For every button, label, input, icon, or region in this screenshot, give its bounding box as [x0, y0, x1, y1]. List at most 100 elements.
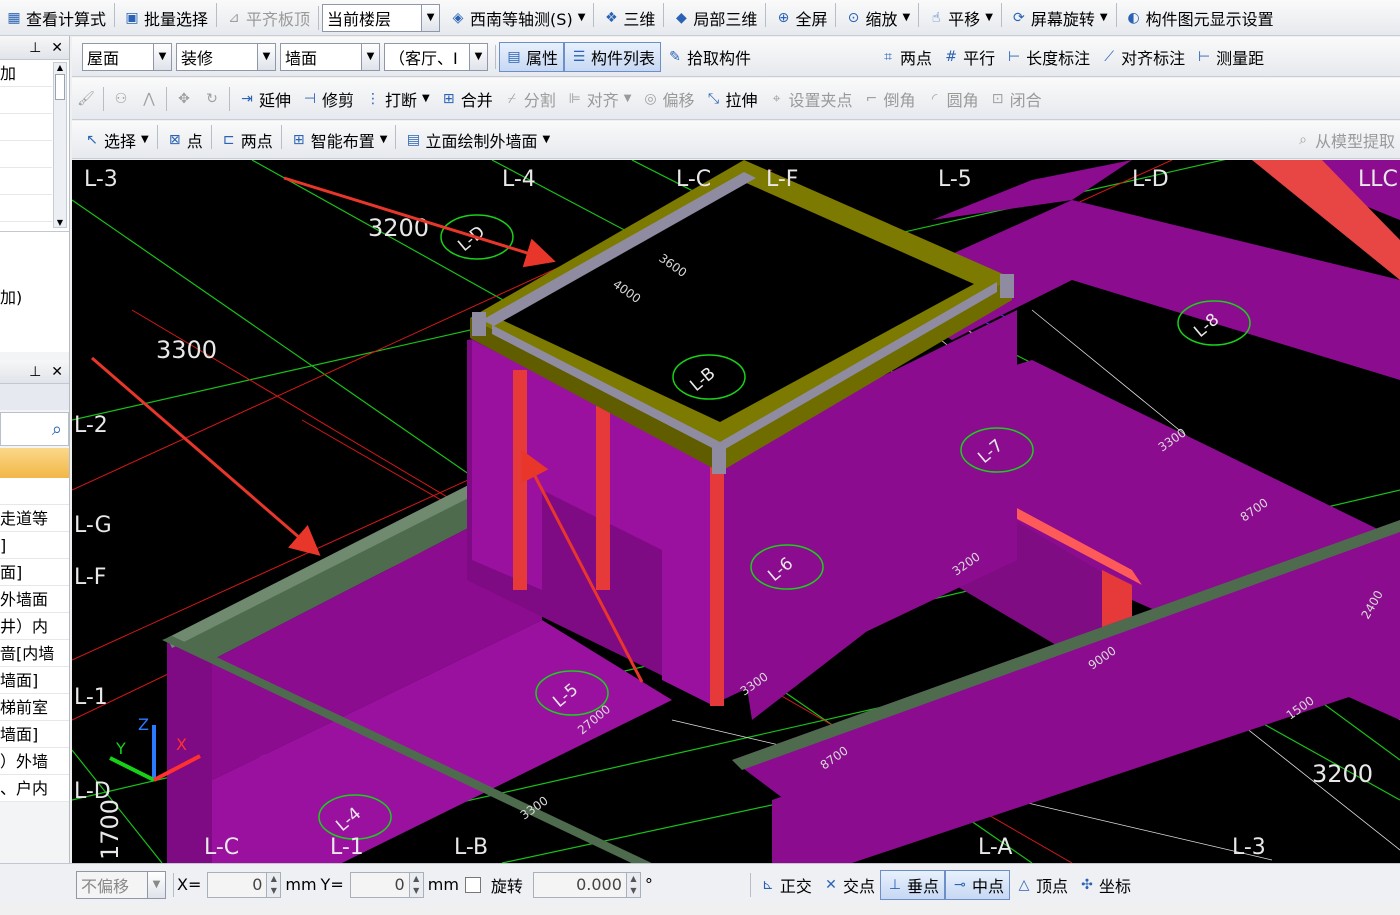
property-row[interactable]	[0, 195, 52, 222]
chevron-down-icon[interactable]: ▼	[985, 12, 993, 23]
component-list-button[interactable]: ☰ 构件列表	[564, 41, 662, 72]
smart-layout-dropdown[interactable]: ⊞ 智能布置 ▼	[285, 125, 393, 155]
chevron-down-icon[interactable]: ▼	[542, 134, 550, 145]
list-item[interactable]: 外墙面	[0, 586, 69, 613]
rotate-spinner[interactable]: ▲ ▼	[626, 871, 641, 898]
chevron-down-icon[interactable]: ▼	[1100, 12, 1108, 23]
view-direction-dropdown[interactable]: ◈ 西南等轴测(S) ▼	[444, 3, 590, 33]
property-row[interactable]	[0, 114, 52, 141]
parallel-axis-button[interactable]: # 平行	[937, 42, 1000, 72]
intersection-snap-button[interactable]: ✕ 交点	[817, 870, 880, 900]
two-point-button[interactable]: ⊏ 两点	[215, 125, 278, 155]
perpendicular-snap-button[interactable]: ⊥ 垂点	[879, 869, 945, 900]
rotate-checkbox[interactable]	[464, 876, 481, 893]
chevron-down-icon[interactable]: ▼	[902, 12, 910, 23]
list-item[interactable]: 走道等	[0, 505, 69, 532]
merge-button[interactable]: ⊞ 合并	[435, 84, 498, 114]
list-item[interactable]: 梯前室	[0, 694, 69, 721]
column[interactable]	[513, 370, 527, 590]
midpoint-snap-button[interactable]: ⊸ 中点	[944, 869, 1010, 900]
ortho-button[interactable]: ⊾ 正交	[754, 870, 817, 900]
move-button[interactable]: ✥	[170, 84, 198, 114]
list-item[interactable]	[0, 478, 69, 505]
wall[interactable]	[167, 640, 212, 863]
extend-button[interactable]: ⇥ 延伸	[233, 84, 296, 114]
floor-type-combo[interactable]: 屋面 ▼	[82, 42, 172, 71]
view-formula-button[interactable]: ▦ 查看计算式	[0, 3, 111, 33]
pick-component-button[interactable]: ✎ 拾取构件	[661, 42, 756, 72]
category-combo[interactable]: 装修 ▼	[176, 42, 276, 71]
screen-rotate-dropdown[interactable]: ⟳ 屏幕旋转 ▼	[1005, 3, 1113, 33]
chevron-down-icon[interactable]: ▼	[422, 93, 430, 104]
scroll-down-icon[interactable]: ▼	[54, 218, 66, 227]
close-icon[interactable]: ✕	[51, 364, 63, 380]
stretch-button[interactable]: ⤡ 拉伸	[700, 84, 763, 114]
scrollbar[interactable]: ▲ ▼	[53, 62, 67, 228]
length-dimension-button[interactable]: ⊢ 长度标注	[1000, 42, 1095, 72]
elevation-draw-dropdown[interactable]: ▤ 立面绘制外墙面 ▼	[399, 125, 555, 155]
current-floor-combo[interactable]: 当前楼层 ▼	[322, 3, 441, 32]
chevron-down-icon[interactable]: ▼	[153, 43, 171, 70]
pan-dropdown[interactable]: ☝ 平移 ▼	[922, 3, 998, 33]
chevron-down-icon[interactable]: ▼	[361, 43, 379, 70]
point-button[interactable]: ⊠ 点	[161, 125, 208, 155]
chevron-down-icon[interactable]: ▼	[578, 12, 586, 23]
chevron-down-icon[interactable]: ▼	[421, 4, 440, 31]
list-item[interactable]: 啬[内墙	[0, 640, 69, 667]
list-item[interactable]: 墙面]	[0, 667, 69, 694]
measure-distance-button[interactable]: ⊢ 测量距	[1190, 42, 1269, 72]
x-coordinate-input[interactable]: 0	[207, 871, 268, 898]
list-item[interactable]: 、户内	[0, 775, 69, 802]
zoom-dropdown[interactable]: ⊙ 缩放 ▼	[839, 3, 915, 33]
search-box[interactable]: ⌕	[0, 412, 69, 446]
rotate-angle-input[interactable]: 0.000	[532, 871, 627, 898]
search-icon[interactable]: ⌕	[52, 419, 62, 440]
chevron-down-icon[interactable]: ▼	[257, 43, 275, 70]
element-display-settings-button[interactable]: ◐ 构件图元显示设置	[1120, 3, 1279, 33]
extract-from-model-button[interactable]: ⌕ 从模型提取	[1289, 125, 1400, 155]
3d-button[interactable]: ❖ 三维	[597, 3, 660, 33]
chevron-down-icon[interactable]: ▼	[147, 871, 165, 898]
trim-button[interactable]: ⊣ 修剪	[296, 84, 359, 114]
pin-icon[interactable]: ⊥	[29, 364, 41, 380]
column[interactable]	[710, 458, 724, 706]
chevron-down-icon[interactable]: ▼	[141, 134, 149, 145]
model-canvas[interactable]: L-DL-BL-8L-7L-6L-5L-4 L-3 L-4 L-C L-F L-5 L-D…	[72, 160, 1400, 863]
selected-list-item[interactable]	[0, 448, 69, 478]
local-3d-button[interactable]: ◆ 局部三维	[667, 3, 762, 33]
chevron-down-icon[interactable]: ▼	[469, 43, 487, 70]
element-name-combo[interactable]: （客厅、I ▼	[384, 42, 488, 71]
split-button[interactable]: ⌿ 分割	[498, 84, 561, 114]
align-slab-top-button[interactable]: ⊿ 平齐板顶	[220, 3, 315, 33]
mirror-button[interactable]: ⋀	[135, 84, 163, 114]
brush-button[interactable]: 🖌	[72, 84, 100, 114]
fullscreen-button[interactable]: ⊕ 全屏	[769, 3, 832, 33]
list-item[interactable]: ]	[0, 532, 69, 559]
list-item[interactable]: 面]	[0, 559, 69, 586]
aligned-dimension-button[interactable]: ⟋ 对齐标注	[1095, 42, 1190, 72]
scroll-up-icon[interactable]: ▲	[54, 63, 66, 72]
two-point-axis-button[interactable]: ⌗ 两点	[874, 42, 937, 72]
break-button[interactable]: ⋮ 打断 ▼	[359, 84, 435, 114]
close-button[interactable]: ⊡ 闭合	[984, 84, 1047, 114]
chamfer-button[interactable]: ⌐ 倒角	[858, 84, 921, 114]
coordinate-snap-button[interactable]: ✣ 坐标	[1073, 870, 1136, 900]
offset-mode-combo[interactable]: 不偏移 ▼	[76, 870, 166, 899]
list-item[interactable]: 墙面]	[0, 721, 69, 748]
fillet-button[interactable]: ◜ 圆角	[921, 84, 984, 114]
offset-button[interactable]: ◎ 偏移	[637, 84, 700, 114]
chevron-down-icon[interactable]: ▼	[380, 134, 388, 145]
property-row[interactable]	[0, 168, 52, 195]
chevron-down-icon[interactable]: ▼	[624, 93, 632, 104]
batch-select-button[interactable]: ▣ 批量选择	[118, 3, 213, 33]
rotate-button[interactable]: ↻	[198, 84, 226, 114]
element-type-combo[interactable]: 墙面 ▼	[280, 42, 380, 71]
close-icon[interactable]: ✕	[51, 40, 63, 56]
properties-button[interactable]: ▤ 属性	[499, 41, 565, 72]
align-dropdown[interactable]: ⊫ 对齐 ▼	[561, 84, 637, 114]
list-item[interactable]: ）外墙	[0, 748, 69, 775]
y-coordinate-input[interactable]: 0	[349, 871, 410, 898]
copy-button[interactable]: ⚇	[107, 84, 135, 114]
list-item[interactable]: 井）内	[0, 613, 69, 640]
x-spinner[interactable]: ▲ ▼	[267, 871, 282, 898]
